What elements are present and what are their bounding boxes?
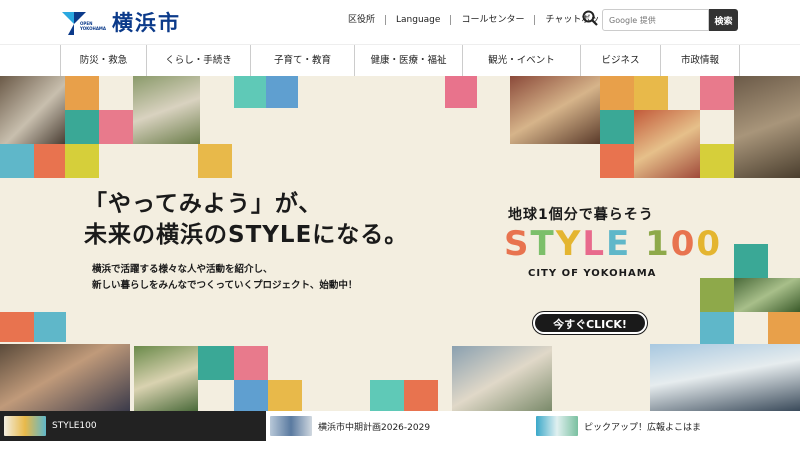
logo-tagline: OPEN YOKOHAMA <box>80 21 106 31</box>
color-tile <box>445 76 477 108</box>
utility-nav: 区役所 Language コールセンター チャットボット <box>338 11 618 29</box>
logo-char: 0 <box>670 224 697 264</box>
util-link-ward-office[interactable]: 区役所 <box>338 15 387 25</box>
color-tile <box>234 76 266 108</box>
color-tile <box>65 76 99 110</box>
nav-label: 健康・医療・福祉 <box>370 55 447 66</box>
color-tile <box>99 110 133 144</box>
carousel-thumbnail <box>536 416 578 436</box>
global-nav: 防災・救急 くらし・手続き 子育て・教育 健康・医療・福祉 観光・イベント ビジ… <box>0 44 800 77</box>
carousel-tab-style100[interactable]: STYLE100 <box>0 411 266 441</box>
color-tile <box>268 380 302 411</box>
photo-cups <box>0 76 65 144</box>
color-tile <box>34 312 66 342</box>
nav-label: 市政情報 <box>680 55 719 66</box>
carousel-tab-label: 横浜市中期計画2026-2029 <box>318 422 431 433</box>
photo-shop-people <box>510 76 600 144</box>
logo-char: L <box>582 224 606 264</box>
city-label: CITY OF YOKOHAMA <box>528 268 657 279</box>
color-tile <box>198 346 234 380</box>
nav-label: 子育て・教育 <box>273 55 331 66</box>
photo-workshop <box>0 344 130 411</box>
color-tile <box>600 110 634 144</box>
nav-label: くらし・手続き <box>165 55 232 66</box>
nav-tourism[interactable]: 観光・イベント <box>462 45 580 77</box>
color-tile <box>700 144 734 178</box>
hero-banner[interactable]: 「やってみよう」が、 未来の横浜のSTYLEになる。 横浜で活躍する様々な人や活… <box>0 76 800 411</box>
color-tile <box>234 346 268 380</box>
color-tile <box>0 144 34 178</box>
logo-char: E <box>606 224 632 264</box>
style100-tagline: 地球1個分で暮らそう <box>508 207 654 223</box>
click-now-button[interactable]: 今すぐCLICK! <box>533 312 647 334</box>
photo-waterfront-group <box>650 344 800 411</box>
logo-char <box>631 224 645 264</box>
color-tile <box>370 380 404 411</box>
color-tile <box>700 76 734 110</box>
logo-char: 1 <box>645 224 671 264</box>
color-tile <box>734 244 768 278</box>
headline-line-2: 未来の横浜のSTYLEになる。 <box>84 222 409 248</box>
logo-text: 横浜市 <box>112 10 181 35</box>
carousel-tab-label: STYLE100 <box>52 421 97 431</box>
color-tile <box>700 278 734 312</box>
color-tile <box>634 76 668 110</box>
color-tile <box>65 144 99 178</box>
subcopy-line-1: 横浜で活躍する様々な人や活動を紹介し、 <box>92 264 273 275</box>
nav-label: 防災・救急 <box>79 55 128 66</box>
nav-business[interactable]: ビジネス <box>580 45 660 77</box>
search-icon[interactable] <box>582 10 598 26</box>
util-link-language[interactable]: Language <box>386 15 452 25</box>
logo-char: 0 <box>696 224 723 264</box>
hero-subcopy: 横浜で活躍する様々な人や活動を紹介し、 新しい暮らしをみんなでつくっていくプロジ… <box>92 262 357 294</box>
color-tile <box>234 380 268 411</box>
photo-elephant <box>734 76 800 178</box>
site-logo[interactable]: OPEN YOKOHAMA 横浜市 <box>60 7 181 37</box>
style100-logo: STYLE 100 <box>504 224 722 264</box>
nav-city-admin[interactable]: 市政情報 <box>660 45 740 77</box>
photo-group-boxes <box>134 346 198 411</box>
photo-park <box>734 278 800 312</box>
nav-label: 観光・イベント <box>488 55 555 66</box>
color-tile <box>34 144 65 178</box>
util-link-call-center[interactable]: コールセンター <box>451 15 536 25</box>
color-tile <box>198 144 232 178</box>
nav-health[interactable]: 健康・医療・福祉 <box>354 45 462 77</box>
photo-bicycle-street <box>452 346 552 411</box>
nav-label: ビジネス <box>601 55 640 66</box>
carousel-tab-midterm-plan[interactable]: 横浜市中期計画2026-2029 <box>266 411 532 441</box>
headline-line-1: 「やってみよう」が、 <box>84 191 323 217</box>
carousel-tab-pr-yokohama[interactable]: ピックアップ！広報よこはま <box>532 411 798 441</box>
search-input[interactable] <box>602 9 709 31</box>
nav-childcare[interactable]: 子育て・教育 <box>250 45 354 77</box>
logo-char: Y <box>555 224 583 264</box>
color-tile <box>600 76 634 110</box>
nav-living[interactable]: くらし・手続き <box>146 45 250 77</box>
logo-char: S <box>504 224 531 264</box>
color-tile <box>600 144 634 178</box>
color-tile <box>266 76 298 108</box>
logo-char: T <box>530 224 556 264</box>
carousel-tabs: STYLE100 横浜市中期計画2026-2029 ピックアップ！広報よこはま <box>0 411 800 450</box>
carousel-thumbnail <box>4 416 46 436</box>
search-button[interactable]: 検索 <box>709 9 738 31</box>
nav-disaster[interactable]: 防災・救急 <box>60 45 146 77</box>
color-tile <box>700 312 734 344</box>
photo-market <box>634 110 700 178</box>
hero-headline: 「やってみよう」が、 未来の横浜のSTYLEになる。 <box>84 189 408 251</box>
site-header: OPEN YOKOHAMA 横浜市 区役所 Language コールセンター チ… <box>0 0 800 44</box>
photo-florist <box>133 76 200 144</box>
carousel-tab-label: ピックアップ！広報よこはま <box>584 422 702 433</box>
color-tile <box>768 312 800 344</box>
color-tile <box>404 380 438 411</box>
subcopy-line-2: 新しい暮らしをみんなでつくっていくプロジェクト、始動中！ <box>92 280 358 291</box>
color-tile <box>0 312 34 342</box>
carousel-thumbnail <box>270 416 312 436</box>
color-tile <box>65 110 99 144</box>
